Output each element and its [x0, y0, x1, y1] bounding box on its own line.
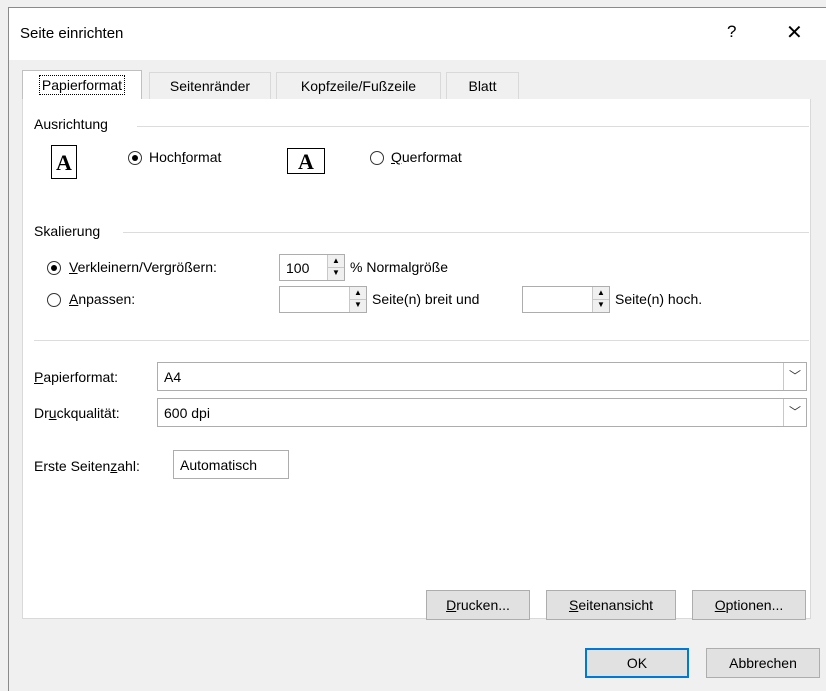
spin-down-icon[interactable]: ▼ — [350, 299, 366, 311]
title-bar: Seite einrichten ? ✕ — [9, 8, 826, 60]
adjust-radio[interactable] — [47, 261, 61, 275]
chevron-down-icon[interactable]: ﹀ — [783, 363, 806, 390]
tab-kopfzeile-fusszeile[interactable]: Kopfzeile/Fußzeile — [276, 72, 441, 99]
tab-seitenraender[interactable]: Seitenränder — [149, 72, 271, 99]
tab-label: Seitenränder — [169, 78, 251, 94]
first-page-value: Automatisch — [180, 457, 258, 473]
ok-button[interactable]: OK — [585, 648, 689, 678]
print-button[interactable]: Drucken... — [426, 590, 530, 620]
paper-format-label: Papierformat: — [34, 369, 119, 385]
fit-wide-suffix: Seite(n) breit und — [372, 291, 480, 307]
portrait-label[interactable]: Hochformat — [149, 149, 221, 165]
tab-label: Papierformat — [38, 75, 126, 95]
print-preview-button[interactable]: Seitenansicht — [546, 590, 676, 620]
fit-radio[interactable] — [47, 293, 61, 307]
fit-tall-suffix: Seite(n) hoch. — [615, 291, 703, 307]
portrait-radio[interactable] — [128, 151, 142, 165]
scaling-separator — [123, 232, 809, 233]
chevron-down-icon[interactable]: ﹀ — [783, 399, 806, 426]
fit-label[interactable]: Anpassen: — [69, 291, 135, 307]
tab-label: Blatt — [468, 78, 497, 94]
first-page-label: Erste Seitenzahl: — [34, 458, 140, 474]
close-icon[interactable]: ✕ — [786, 20, 803, 45]
print-quality-value: 600 dpi — [164, 405, 210, 421]
help-icon[interactable]: ? — [727, 22, 736, 42]
cancel-button[interactable]: Abbrechen — [706, 648, 820, 678]
paper-separator — [34, 340, 809, 341]
spin-down-icon[interactable]: ▼ — [328, 267, 344, 279]
tab-label: Kopfzeile/Fußzeile — [300, 78, 417, 94]
stepper-buttons[interactable]: ▲ ▼ — [592, 287, 609, 312]
dialog-title: Seite einrichten — [20, 25, 124, 42]
tab-blatt[interactable]: Blatt — [446, 72, 519, 99]
orientation-separator — [137, 126, 809, 127]
landscape-page-icon: A — [287, 148, 325, 174]
adjust-label[interactable]: Verkleinern/Vergrößern: — [69, 259, 217, 275]
stepper-buttons[interactable]: ▲ ▼ — [327, 255, 344, 280]
paper-format-select[interactable]: A4 ﹀ — [157, 362, 807, 391]
spin-down-icon[interactable]: ▼ — [593, 299, 609, 311]
scaling-group-label: Skalierung — [34, 223, 101, 239]
fit-wide-stepper[interactable]: ▲ ▼ — [279, 286, 367, 313]
orientation-group-label: Ausrichtung — [34, 116, 108, 132]
paper-format-value: A4 — [164, 369, 182, 385]
print-quality-select[interactable]: 600 dpi ﹀ — [157, 398, 807, 427]
options-button[interactable]: Optionen... — [692, 590, 806, 620]
landscape-label[interactable]: Querformat — [391, 149, 462, 165]
print-quality-label: Druckqualität: — [34, 405, 120, 421]
fit-tall-stepper[interactable]: ▲ ▼ — [522, 286, 610, 313]
tab-panel — [22, 99, 811, 619]
adjust-percent-stepper[interactable]: 100 ▲ ▼ — [279, 254, 345, 281]
adjust-suffix: % Normalgröße — [350, 259, 449, 275]
tab-papierformat[interactable]: Papierformat — [22, 70, 142, 100]
portrait-page-icon: A — [51, 145, 77, 179]
adjust-percent-value: 100 — [286, 260, 310, 276]
first-page-input[interactable]: Automatisch — [173, 450, 289, 479]
stepper-buttons[interactable]: ▲ ▼ — [349, 287, 366, 312]
landscape-radio[interactable] — [370, 151, 384, 165]
